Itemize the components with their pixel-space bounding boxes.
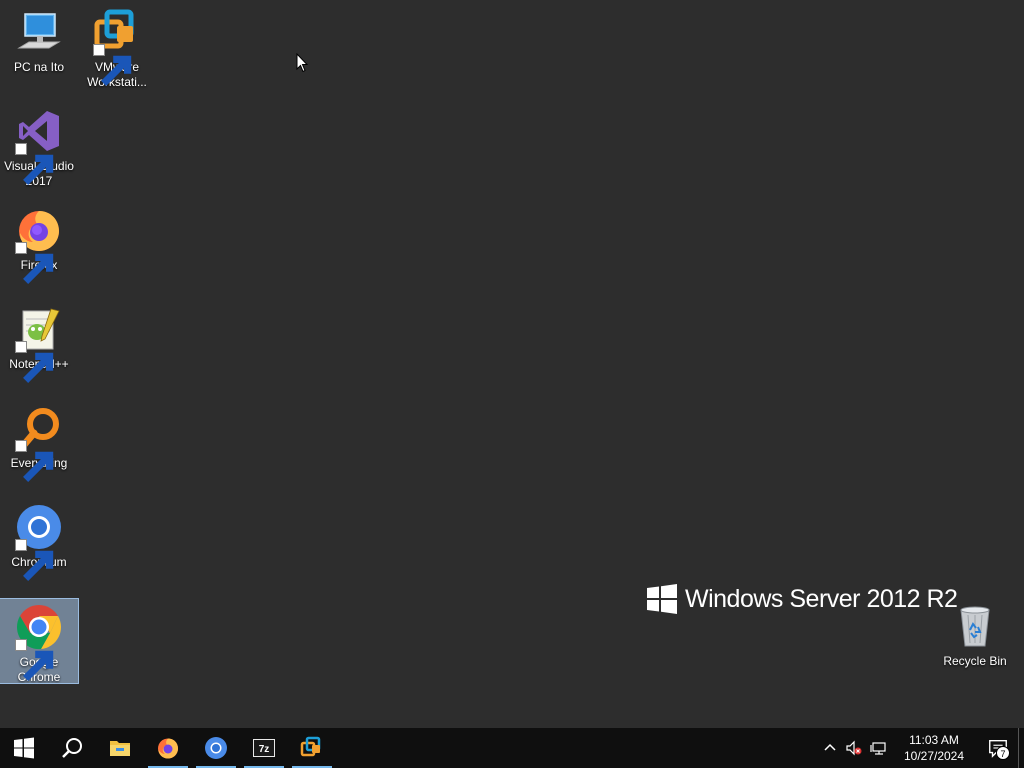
notepad-plus-plus-icon — [15, 305, 63, 383]
chevron-up-icon — [824, 743, 836, 751]
shortcut-arrow-icon — [15, 143, 54, 185]
taskbar-file-explorer[interactable] — [96, 728, 144, 768]
windows-server-branding: Windows Server 2012 R2 — [647, 582, 958, 616]
shortcut-arrow-icon — [15, 539, 54, 581]
clock-time: 11:03 AM — [909, 733, 959, 747]
action-center-button[interactable]: 7 — [978, 728, 1018, 768]
taskbar-firefox[interactable] — [144, 728, 192, 768]
volume-muted-icon — [846, 740, 862, 756]
taskbar-clock[interactable]: 11:03 AM 10/27/2024 — [890, 732, 978, 764]
search-icon — [62, 738, 82, 758]
taskbar-vmware[interactable] — [288, 728, 336, 768]
desktop-icon-firefox[interactable]: Firefox — [0, 202, 78, 286]
network-icon — [870, 742, 886, 755]
desktop-icon-chromium[interactable]: Chromium — [0, 499, 78, 583]
network-button[interactable] — [866, 728, 890, 768]
clock-date: 10/27/2024 — [903, 749, 965, 763]
start-button[interactable] — [0, 728, 48, 768]
visual-studio-icon — [15, 107, 63, 185]
desktop-icon-visual-studio[interactable]: Visual Studio 2017 — [0, 103, 78, 188]
vmware-icon — [93, 8, 141, 86]
desktop-icon-vmware[interactable]: VMware Workstati... — [78, 4, 156, 89]
desktop-icon-label: Recycle Bin — [943, 654, 1007, 668]
show-desktop-button[interactable] — [1018, 728, 1024, 768]
taskbar: 7z 11:03 AM 10/27/2024 7 — [0, 728, 1024, 768]
volume-button[interactable] — [842, 728, 866, 768]
show-hidden-icons-button[interactable] — [818, 728, 842, 768]
system-tray: 11:03 AM 10/27/2024 7 — [818, 728, 1024, 768]
7zip-icon: 7z — [253, 739, 275, 757]
notification-count-badge: 7 — [996, 746, 1010, 760]
windows-start-icon — [14, 737, 34, 759]
shortcut-arrow-icon — [15, 341, 54, 383]
desktop-icon-google-chrome[interactable]: Google Chrome — [0, 598, 79, 684]
shortcut-arrow-icon — [15, 639, 54, 681]
desktop-icon-notepad-plus-plus[interactable]: Notepad++ — [0, 301, 78, 385]
branding-text: Windows Server 2012 R2 — [685, 584, 958, 613]
taskbar-7zip[interactable]: 7z — [240, 728, 288, 768]
firefox-icon — [15, 206, 63, 284]
vmware-icon — [300, 736, 321, 757]
desktop: PC na Ito VMware Workstati... Visual Stu… — [0, 0, 1024, 728]
chromium-icon — [15, 503, 63, 581]
recycle-bin-icon — [951, 602, 999, 650]
shortcut-arrow-icon — [15, 242, 54, 284]
search-button[interactable] — [48, 728, 96, 768]
computer-icon — [15, 8, 63, 56]
windows-logo-icon — [647, 584, 677, 614]
folder-icon — [110, 741, 130, 756]
google-chrome-icon — [15, 603, 63, 681]
everything-search-icon — [15, 404, 63, 482]
shortcut-arrow-icon — [93, 44, 132, 86]
desktop-icon-everything[interactable]: Everything — [0, 400, 78, 484]
firefox-icon — [158, 738, 178, 759]
mouse-cursor-icon — [296, 53, 308, 73]
svg-text:7z: 7z — [259, 744, 270, 755]
desktop-icon-label: PC na Ito — [13, 60, 65, 74]
chromium-icon — [205, 737, 227, 759]
shortcut-arrow-icon — [15, 440, 54, 482]
desktop-icon-this-pc[interactable]: PC na Ito — [0, 4, 78, 88]
taskbar-chromium[interactable] — [192, 728, 240, 768]
